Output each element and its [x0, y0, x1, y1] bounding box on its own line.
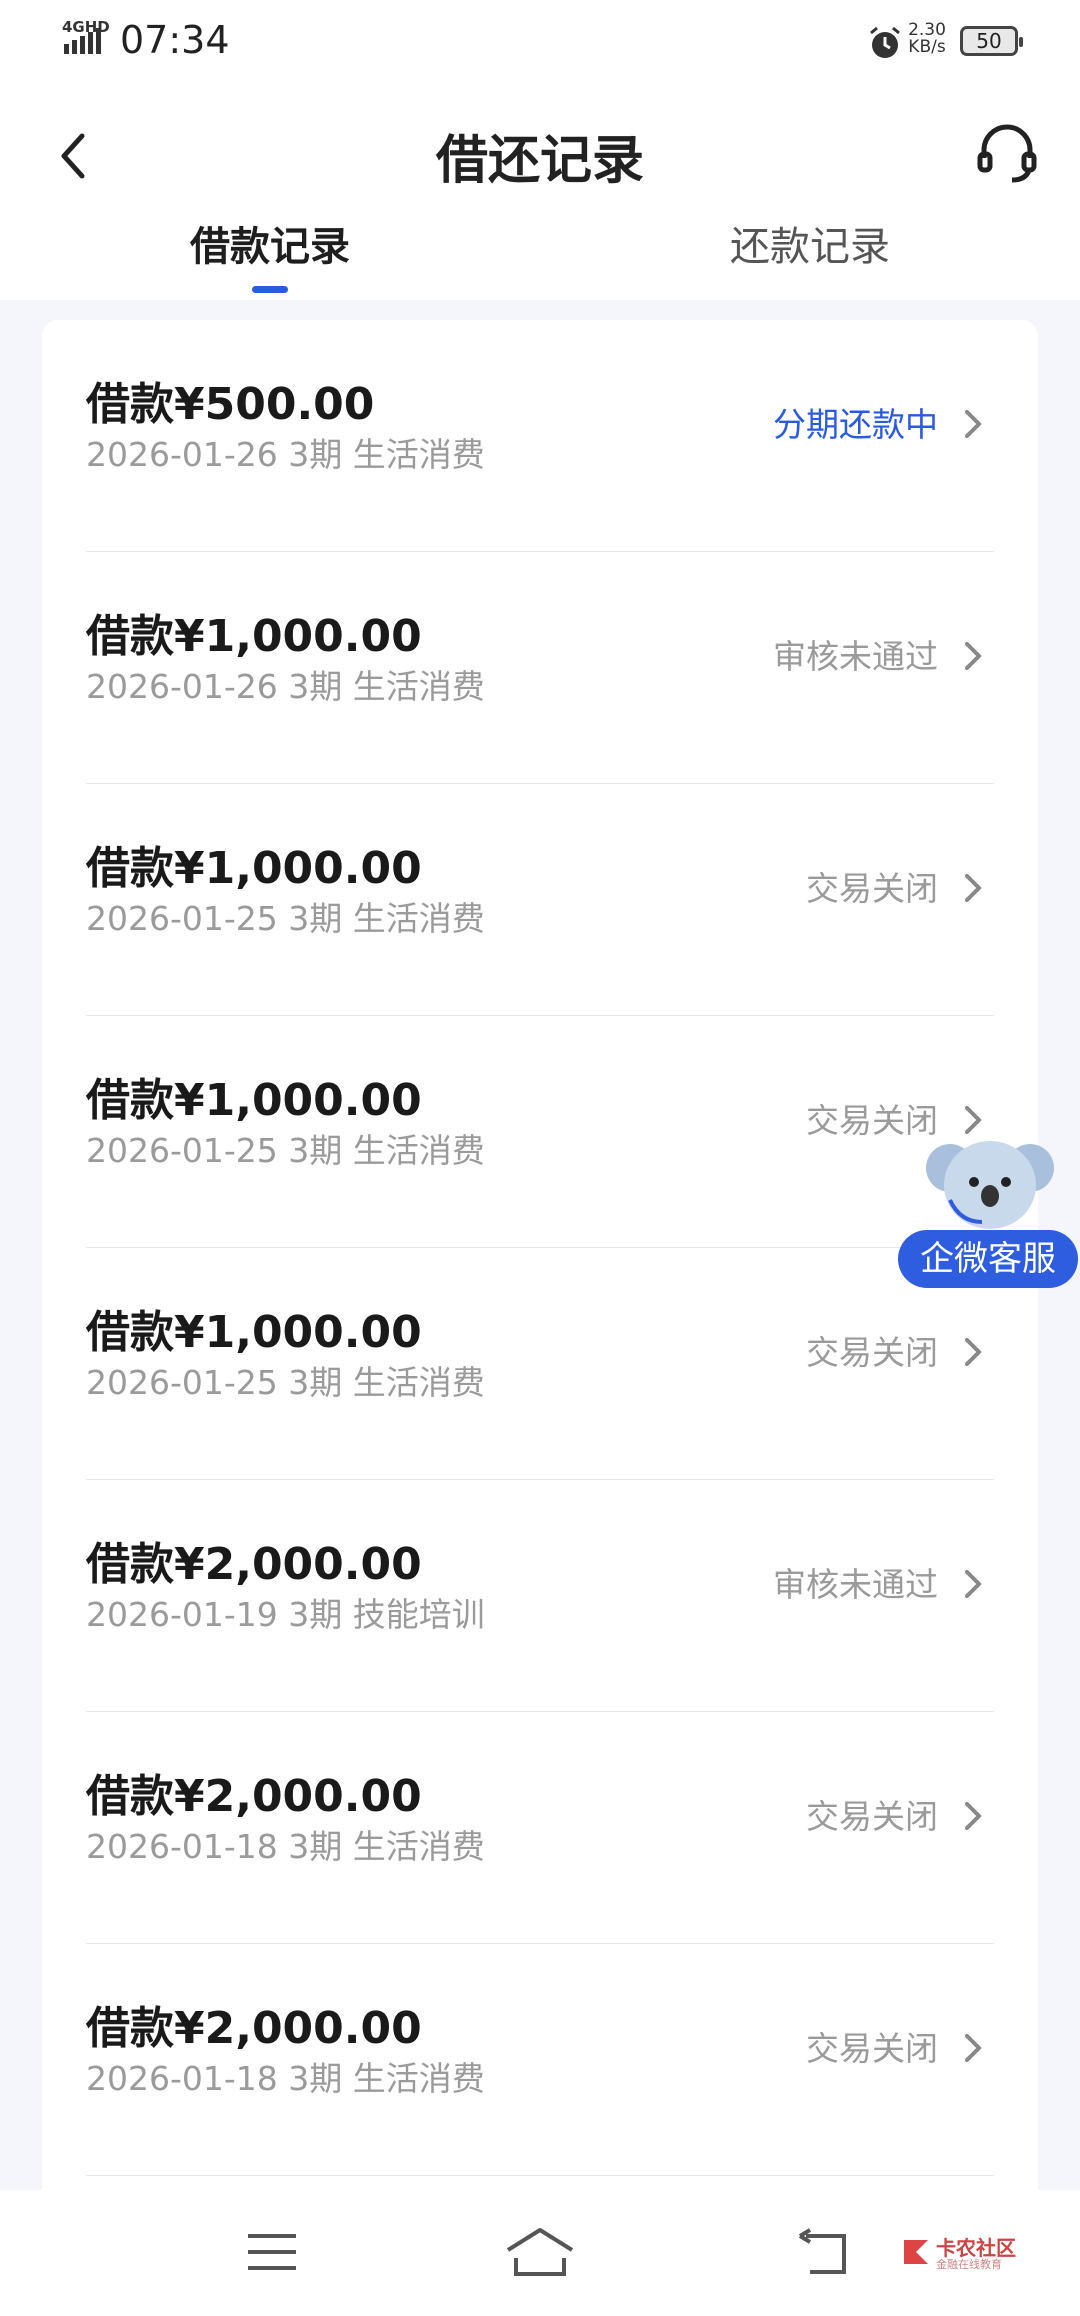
return-icon[interactable] — [796, 2228, 852, 2278]
speed-unit: KB/s — [908, 37, 946, 57]
list-item[interactable]: 借款¥1,000.00 2026-01-25 3期 生活消费 交易关闭 — [42, 1248, 1038, 1480]
record-detail: 2026-01-19 3期 技能培训 — [86, 1595, 485, 1634]
active-tab-indicator — [252, 286, 288, 293]
record-tabs: 借款记录 还款记录 — [0, 214, 1080, 300]
record-status: 交易关闭 — [806, 1333, 938, 1372]
page-title: 借还记录 — [435, 131, 644, 191]
watermark-logo-icon — [904, 2240, 928, 2264]
record-status: 审核未通过 — [773, 1565, 938, 1604]
list-item[interactable]: 借款¥1,000.00 2026-01-25 3期 生活消费 交易关闭 — [42, 784, 1038, 1016]
record-amount: 借款¥1,000.00 — [86, 1075, 422, 1126]
record-detail: 2026-01-25 3期 生活消费 — [86, 1363, 485, 1402]
list-item[interactable]: 借款¥1,000.00 2026-01-26 3期 生活消费 审核未通过 — [42, 552, 1038, 784]
record-amount: 借款¥2,000.00 — [86, 1539, 422, 1590]
list-item[interactable]: 借款¥500.00 2026-01-26 3期 生活消费 分期还款中 — [42, 320, 1038, 552]
header: 借还记录 借款记录 还款记录 — [0, 84, 1080, 300]
list-item[interactable]: 借款¥2,000.00 2026-01-18 3期 生活消费 交易关闭 — [42, 1944, 1038, 2176]
menu-icon[interactable] — [246, 2230, 298, 2274]
chevron-right-icon — [965, 410, 982, 438]
record-status: 交易关闭 — [806, 1797, 938, 1836]
list-item[interactable]: 借款¥2,000.00 2026-01-18 3期 生活消费 交易关闭 — [42, 1712, 1038, 1944]
headset-icon[interactable] — [974, 120, 1040, 186]
wecom-service-label[interactable]: 企微客服 — [898, 1230, 1078, 1288]
alarm-icon — [870, 26, 900, 58]
tab-borrow-records[interactable]: 借款记录 — [0, 214, 540, 272]
chevron-right-icon — [965, 2034, 982, 2062]
chevron-right-icon — [965, 1570, 982, 1598]
clock: 07:34 — [120, 18, 230, 62]
chevron-right-icon — [965, 1802, 982, 1830]
record-status: 审核未通过 — [773, 637, 938, 676]
divider — [86, 2175, 994, 2176]
list-item[interactable]: 借款¥1,000.00 2026-01-25 3期 生活消费 交易关闭 — [42, 1016, 1038, 1248]
record-detail: 2026-01-18 3期 生活消费 — [86, 2059, 485, 2098]
record-status: 分期还款中 — [773, 405, 938, 444]
system-nav-bar: 卡农社区 金融在线教育 — [0, 2190, 1080, 2316]
record-amount: 借款¥1,000.00 — [86, 843, 422, 894]
signal-icon — [64, 28, 101, 54]
status-bar: 4GHD 07:34 2.30 KB/s 50 — [0, 0, 1080, 84]
record-detail: 2026-01-25 3期 生活消费 — [86, 1131, 485, 1170]
chevron-right-icon — [965, 642, 982, 670]
home-icon[interactable] — [504, 2226, 576, 2278]
list-item[interactable]: 借款¥2,000.00 2026-01-19 3期 技能培训 审核未通过 — [42, 1480, 1038, 1712]
chevron-right-icon — [965, 1338, 982, 1366]
record-detail: 2026-01-25 3期 生活消费 — [86, 899, 485, 938]
battery-icon: 50 — [960, 26, 1023, 56]
record-detail: 2026-01-26 3期 生活消费 — [86, 667, 485, 706]
tab-repay-records[interactable]: 还款记录 — [540, 214, 1080, 272]
records-list: 借款¥500.00 2026-01-26 3期 生活消费 分期还款中 借款¥1,… — [42, 320, 1038, 2316]
network-speed: 2.30 KB/s — [906, 22, 948, 56]
record-amount: 借款¥500.00 — [86, 379, 375, 430]
record-amount: 借款¥2,000.00 — [86, 1771, 422, 1822]
koala-mascot-icon — [926, 1141, 1054, 1229]
watermark: 卡农社区 金融在线教育 — [900, 2232, 1030, 2276]
record-detail: 2026-01-26 3期 生活消费 — [86, 435, 485, 474]
record-amount: 借款¥2,000.00 — [86, 2003, 422, 2054]
watermark-subtitle: 金融在线教育 — [936, 2258, 1002, 2271]
record-detail: 2026-01-18 3期 生活消费 — [86, 1827, 485, 1866]
chevron-right-icon — [965, 874, 982, 902]
record-amount: 借款¥1,000.00 — [86, 1307, 422, 1358]
wecom-service-float[interactable]: 企微客服 — [898, 1130, 1080, 1290]
record-status: 交易关闭 — [806, 2029, 938, 2068]
record-status: 交易关闭 — [806, 869, 938, 908]
record-amount: 借款¥1,000.00 — [86, 611, 422, 662]
